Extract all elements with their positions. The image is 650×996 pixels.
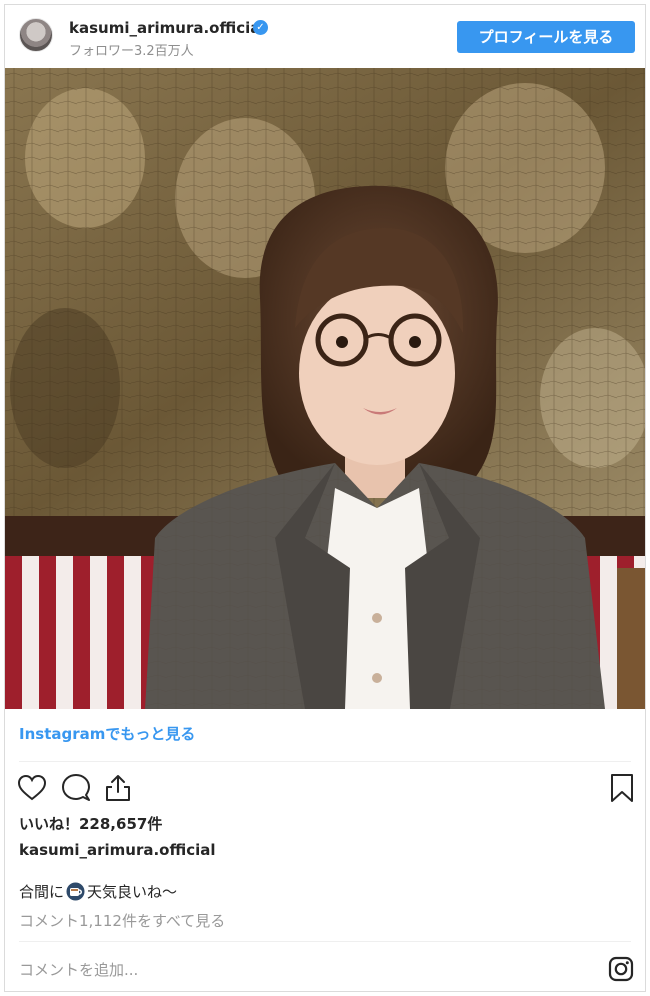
divider <box>19 761 631 762</box>
add-comment-input[interactable] <box>19 959 579 981</box>
instagram-logo-icon[interactable] <box>608 956 634 982</box>
share-icon[interactable] <box>103 773 133 803</box>
view-profile-button[interactable]: プロフィールを見る <box>457 21 635 53</box>
comment-bubble-icon[interactable] <box>61 773 91 803</box>
view-all-comments-link[interactable]: コメント1,112件をすべて見る <box>19 910 225 931</box>
follower-count: フォロワー3.2百万人 <box>69 44 194 59</box>
view-more-on-instagram-link[interactable]: Instagramでもっと見る <box>19 723 195 744</box>
verified-badge-icon: ✓ <box>253 20 268 35</box>
post-header: kasumi_arimura.official ✓ フォロワー3.2百万人 プロ… <box>5 5 645 68</box>
post-photo-image <box>5 68 645 709</box>
like-count[interactable]: いいね！228,657件 <box>19 813 162 834</box>
post-photo[interactable] <box>5 68 645 709</box>
instagram-embed-card: kasumi_arimura.official ✓ フォロワー3.2百万人 プロ… <box>4 4 646 992</box>
avatar[interactable] <box>19 18 53 52</box>
caption-username[interactable]: kasumi_arimura.official <box>19 841 216 859</box>
divider <box>19 941 631 942</box>
heart-icon[interactable] <box>17 773 47 803</box>
caption-text-before: 合間に <box>19 883 65 901</box>
coffee-cup-icon <box>66 882 85 901</box>
caption-text-after: 天気良いね〜 <box>87 883 178 901</box>
post-caption: 合間に 天気良いね〜 <box>19 881 177 902</box>
bookmark-icon[interactable] <box>607 773 637 803</box>
username[interactable]: kasumi_arimura.official <box>69 19 266 37</box>
